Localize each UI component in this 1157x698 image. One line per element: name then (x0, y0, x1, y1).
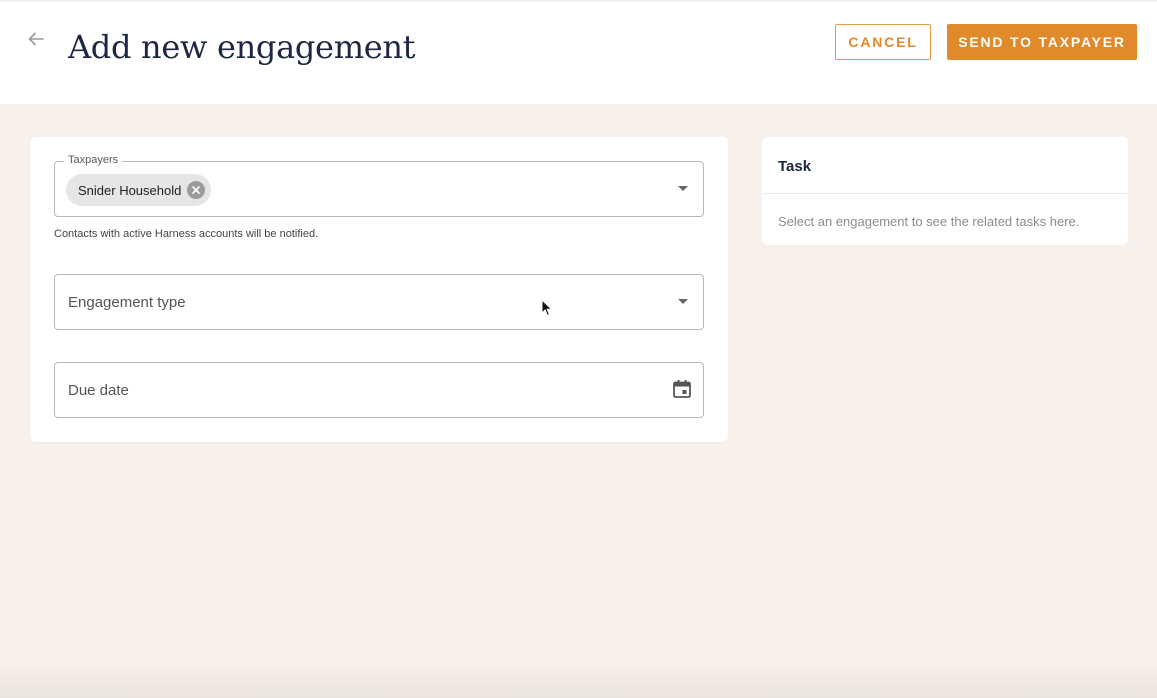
chip-remove-icon[interactable] (187, 181, 206, 199)
send-to-taxpayer-button[interactable]: SEND TO TAXPAYER (947, 24, 1137, 60)
page-title: Add new engagement (68, 28, 416, 66)
taxpayer-chip: Snider Household (66, 174, 212, 206)
taxpayers-legend: Taxpayers (64, 154, 123, 166)
taxpayer-chip-label: Snider Household (78, 182, 182, 198)
chevron-down-icon[interactable] (678, 186, 688, 191)
engagement-type-placeholder: Engagement type (68, 294, 186, 311)
engagement-form-card: Taxpayers Snider Household Contacts with… (30, 137, 728, 442)
arrow-left-icon[interactable] (26, 29, 46, 49)
cancel-button[interactable]: CANCEL (835, 24, 931, 60)
task-panel-divider (762, 193, 1128, 194)
engagement-type-select[interactable]: Engagement type (54, 274, 704, 330)
task-panel: Task Select an engagement to see the rel… (762, 137, 1128, 245)
task-empty-message: Select an engagement to see the related … (778, 214, 1080, 229)
due-date-field[interactable]: Due date (54, 362, 704, 418)
bottom-fade (0, 660, 1157, 698)
due-date-placeholder: Due date (68, 382, 129, 399)
taxpayers-helper-text: Contacts with active Harness accounts wi… (54, 228, 319, 240)
page-header: Add new engagement CANCEL SEND TO TAXPAY… (0, 0, 1157, 104)
task-panel-title: Task (778, 158, 812, 175)
taxpayers-select[interactable]: Taxpayers Snider Household (54, 154, 704, 217)
chevron-down-icon[interactable] (678, 299, 688, 304)
calendar-icon[interactable] (672, 379, 692, 399)
